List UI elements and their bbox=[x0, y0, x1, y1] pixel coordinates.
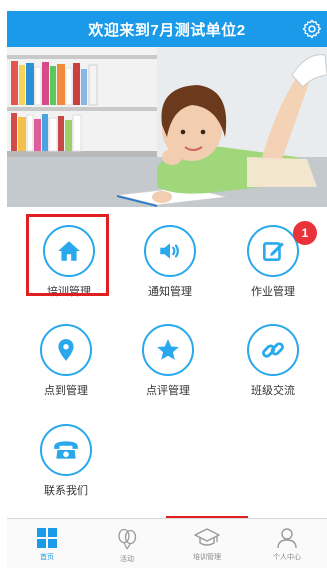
link-icon bbox=[262, 342, 284, 358]
edit-icon bbox=[263, 242, 284, 261]
grid-item-class-chat[interactable]: 班级交流 bbox=[225, 324, 321, 402]
tab-label-training: 培训管理 bbox=[193, 554, 221, 561]
tab-label-activity: 活动 bbox=[120, 556, 134, 563]
training-button[interactable] bbox=[43, 225, 95, 277]
grid-label-contact: 联系我们 bbox=[44, 485, 88, 497]
tab-activity[interactable]: 活动 bbox=[87, 519, 167, 568]
grid-label-notice: 通知管理 bbox=[148, 286, 192, 298]
page-title: 欢迎来到7月测试单位2 bbox=[88, 21, 246, 39]
bottom-tab-bar: 首页 活动 培训管理 个人中心 bbox=[7, 518, 327, 568]
tab-profile[interactable]: 个人中心 bbox=[247, 519, 327, 568]
grid-label-class-chat: 班级交流 bbox=[251, 385, 295, 397]
grid-item-notice[interactable]: 通知管理 bbox=[122, 225, 218, 303]
telephone-icon bbox=[54, 441, 78, 459]
graduation-cap-icon bbox=[194, 528, 220, 546]
balloons-icon bbox=[118, 528, 137, 550]
tab-label-profile: 个人中心 bbox=[273, 554, 301, 561]
gear-icon[interactable] bbox=[301, 18, 323, 40]
grid-label-training: 培训管理 bbox=[47, 286, 91, 298]
grid-item-review[interactable]: 点评管理 bbox=[120, 324, 216, 402]
app-header: 欢迎来到7月测试单位2 bbox=[7, 11, 327, 47]
grid-label-checkin: 点到管理 bbox=[44, 385, 88, 397]
grid-label-homework: 作业管理 bbox=[251, 286, 295, 298]
star-icon bbox=[157, 339, 179, 360]
grid-item-contact[interactable]: 联系我们 bbox=[18, 424, 114, 502]
tab-label-home: 首页 bbox=[40, 554, 54, 561]
notice-button[interactable] bbox=[144, 225, 196, 277]
banner-image bbox=[7, 47, 327, 207]
review-button[interactable] bbox=[142, 324, 194, 376]
class-chat-button[interactable] bbox=[247, 324, 299, 376]
homework-button[interactable] bbox=[247, 225, 299, 277]
grid-icon bbox=[37, 528, 57, 548]
tab-training[interactable]: 培训管理 bbox=[167, 519, 247, 568]
person-icon bbox=[277, 528, 297, 549]
home-icon bbox=[58, 241, 80, 261]
speaker-icon bbox=[160, 243, 179, 259]
grid-item-checkin[interactable]: 点到管理 bbox=[18, 324, 114, 402]
location-pin-icon bbox=[58, 339, 74, 361]
checkin-button[interactable] bbox=[40, 324, 92, 376]
grid-label-review: 点评管理 bbox=[146, 385, 190, 397]
grid-item-training[interactable]: 培训管理 bbox=[21, 225, 117, 303]
contact-button[interactable] bbox=[40, 424, 92, 476]
homework-badge: 1 bbox=[293, 221, 317, 245]
tab-home[interactable]: 首页 bbox=[7, 519, 87, 568]
